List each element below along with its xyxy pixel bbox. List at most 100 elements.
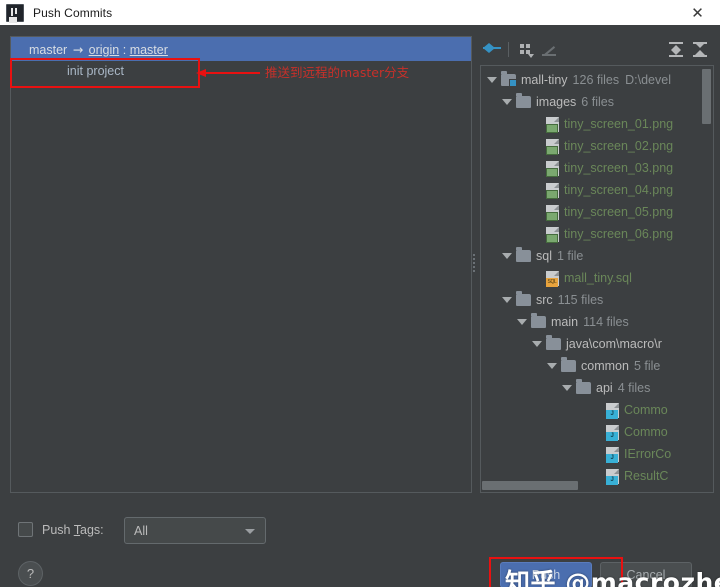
file-tree-panel[interactable]: mall-tiny 126 files D:\devel images 6 files t… bbox=[480, 65, 714, 493]
folder-icon bbox=[576, 379, 591, 394]
push-tags-label-post: ags: bbox=[80, 522, 104, 537]
tree-row-name: main bbox=[551, 315, 579, 329]
folder-module-icon bbox=[501, 71, 517, 87]
tree-row[interactable]: common 5 file bbox=[481, 355, 713, 377]
tree-row-name: tiny_screen_05.png bbox=[564, 205, 674, 219]
tree-row[interactable]: J Commo bbox=[481, 399, 713, 421]
push-tags-label-pre: Push bbox=[42, 522, 74, 537]
tree-row-name: tiny_screen_02.png bbox=[564, 139, 674, 153]
chevron-down-icon[interactable] bbox=[487, 77, 497, 83]
tree-row-name: tiny_screen_06.png bbox=[564, 227, 674, 241]
tree-row[interactable]: java\com\macro\r bbox=[481, 333, 713, 355]
tree-row[interactable]: tiny_screen_02.png bbox=[481, 135, 713, 157]
help-button[interactable]: ? bbox=[18, 561, 43, 586]
annotation-arrow-icon bbox=[196, 69, 260, 78]
java-file-icon: J bbox=[606, 424, 619, 441]
tree-row[interactable]: images 6 files bbox=[481, 91, 713, 113]
folder-icon bbox=[531, 313, 546, 328]
push-tags-label: Push Tags: bbox=[42, 523, 104, 537]
zhihu-watermark: 知乎 @macrozheng bbox=[505, 568, 720, 587]
file-type-badge bbox=[546, 167, 558, 177]
folder-icon bbox=[561, 357, 576, 372]
file-type-badge: J bbox=[606, 453, 618, 463]
chevron-down-icon[interactable] bbox=[502, 297, 512, 303]
folder-icon bbox=[546, 335, 561, 350]
tree-row-file-count: 1 file bbox=[556, 249, 584, 263]
tree-row-name: Commo bbox=[624, 425, 668, 439]
push-tags-select[interactable]: All bbox=[124, 517, 266, 544]
toolbar-divider bbox=[508, 41, 509, 57]
tree-row-name: sql bbox=[536, 249, 552, 263]
annotation-note: 推送到远程的master分支 bbox=[265, 65, 410, 80]
png-file-icon bbox=[546, 204, 559, 221]
tree-row-file-count: 126 files bbox=[572, 73, 620, 87]
branch-separator: : bbox=[122, 42, 127, 57]
show-diff-icon[interactable] bbox=[480, 38, 504, 60]
expand-all-icon[interactable] bbox=[664, 38, 688, 60]
local-branch-name: master bbox=[29, 42, 68, 57]
png-file-icon bbox=[546, 182, 559, 199]
folder-icon bbox=[516, 291, 531, 306]
push-tags-select-value: All bbox=[134, 523, 148, 538]
chevron-down-icon[interactable] bbox=[502, 253, 512, 259]
close-icon[interactable]: ✕ bbox=[675, 0, 720, 25]
tree-row-name: images bbox=[536, 95, 577, 109]
commits-list-panel[interactable]: master → origin : master init project bbox=[10, 36, 472, 493]
file-type-badge bbox=[546, 211, 558, 221]
remote-name-link[interactable]: origin bbox=[89, 43, 120, 57]
group-by-icon[interactable] bbox=[514, 38, 538, 60]
java-file-icon: J bbox=[606, 402, 619, 419]
collapse-all-icon[interactable] bbox=[688, 38, 712, 60]
tree-row-file-count: 4 files bbox=[617, 381, 651, 395]
file-type-badge bbox=[546, 145, 558, 155]
png-file-icon bbox=[546, 160, 559, 177]
tree-row[interactable]: SQL mall_tiny.sql bbox=[481, 267, 713, 289]
tree-row[interactable]: tiny_screen_03.png bbox=[481, 157, 713, 179]
folder-icon bbox=[516, 247, 531, 262]
file-type-badge bbox=[546, 123, 558, 133]
chevron-down-icon[interactable] bbox=[517, 319, 527, 325]
dialog-body: master → origin : master init project ma… bbox=[0, 25, 720, 587]
panel-splitter[interactable] bbox=[471, 36, 479, 491]
tree-row[interactable]: main 114 files bbox=[481, 311, 713, 333]
intellij-idea-icon bbox=[6, 3, 24, 22]
tree-horizontal-scrollbar[interactable] bbox=[482, 481, 578, 490]
tree-row[interactable]: api 4 files bbox=[481, 377, 713, 399]
tree-row[interactable]: tiny_screen_04.png bbox=[481, 179, 713, 201]
tree-row[interactable]: tiny_screen_01.png bbox=[481, 113, 713, 135]
arrow-right-icon: → bbox=[72, 41, 84, 57]
tree-row[interactable]: J IErrorCo bbox=[481, 443, 713, 465]
tree-vertical-scrollbar[interactable] bbox=[702, 69, 711, 124]
remote-branch-link[interactable]: master bbox=[130, 43, 168, 57]
png-file-icon bbox=[546, 116, 559, 133]
chevron-down-icon[interactable] bbox=[562, 385, 572, 391]
chevron-down-icon[interactable] bbox=[502, 99, 512, 105]
tree-row[interactable]: tiny_screen_05.png bbox=[481, 201, 713, 223]
edit-source-icon[interactable] bbox=[538, 38, 562, 60]
push-commits-dialog: Push Commits ✕ master → origin : master … bbox=[0, 0, 720, 587]
push-tags-row: Push Tags: bbox=[18, 522, 104, 537]
tree-row[interactable]: mall-tiny 126 files D:\devel bbox=[481, 69, 713, 91]
tree-row-name: src bbox=[536, 293, 553, 307]
window-title: Push Commits bbox=[33, 5, 113, 20]
chevron-down-icon bbox=[245, 529, 255, 534]
tree-row-name: IErrorCo bbox=[624, 447, 672, 461]
branch-push-spec-row[interactable]: master → origin : master bbox=[11, 37, 471, 61]
commit-message[interactable]: init project bbox=[67, 64, 124, 78]
chevron-down-icon[interactable] bbox=[532, 341, 542, 347]
java-file-icon: J bbox=[606, 446, 619, 463]
push-tags-checkbox[interactable] bbox=[18, 522, 33, 537]
file-type-badge: J bbox=[606, 431, 618, 441]
tree-row[interactable]: sql 1 file bbox=[481, 245, 713, 267]
tree-row-name: tiny_screen_01.png bbox=[564, 117, 674, 131]
tree-row[interactable]: J Commo bbox=[481, 421, 713, 443]
tree-row-name: common bbox=[581, 359, 629, 373]
chevron-down-icon[interactable] bbox=[547, 363, 557, 369]
tree-row-path: D:\devel bbox=[625, 73, 671, 87]
tree-row[interactable]: tiny_screen_06.png bbox=[481, 223, 713, 245]
sql-file-icon: SQL bbox=[546, 270, 559, 287]
tree-row-file-count: 6 files bbox=[581, 95, 614, 109]
tree-row[interactable]: src 115 files bbox=[481, 289, 713, 311]
file-tree-toolbar bbox=[480, 36, 712, 62]
folder-icon bbox=[516, 93, 531, 108]
